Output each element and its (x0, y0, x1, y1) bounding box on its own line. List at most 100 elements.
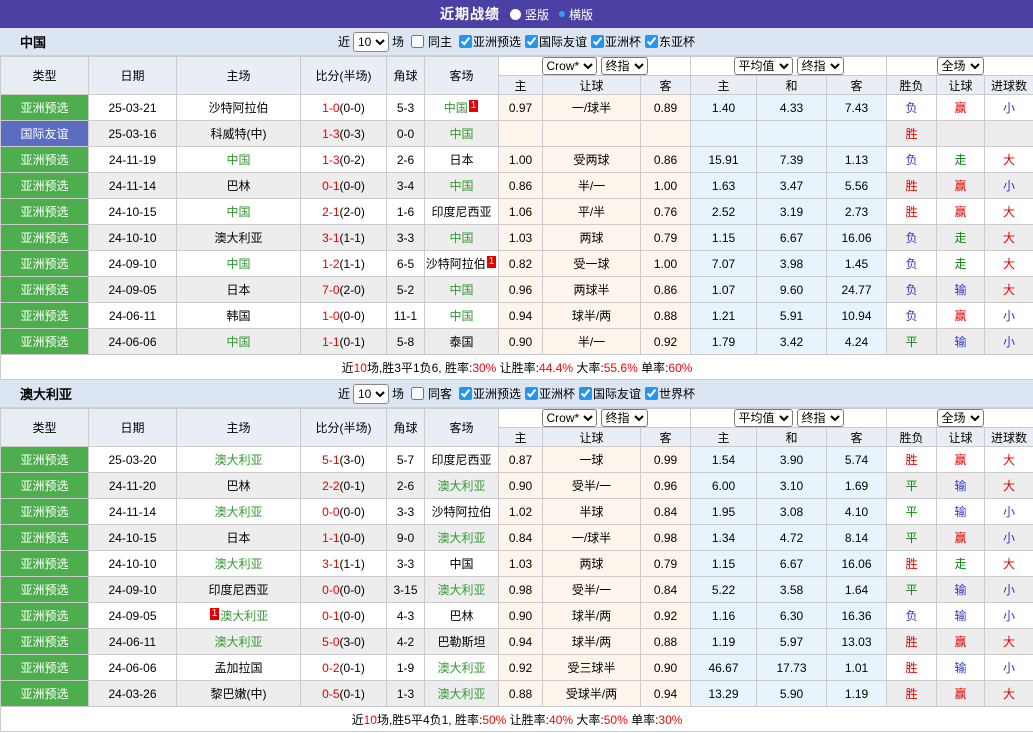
column-header: 比分(半场) (300, 408, 387, 447)
cell-date: 24-06-11 (88, 302, 177, 329)
cell-home-odds: 1.03 (498, 224, 543, 251)
average-select[interactable]: 平均值 (733, 57, 793, 75)
cell-handicap-result: 输 (936, 576, 986, 603)
full-time-score: 1-2 (322, 256, 340, 271)
rank-badge: 1 (486, 256, 497, 268)
full-time-score: 0-1 (322, 178, 340, 193)
radio-vertical-layout[interactable]: 竖版 (509, 6, 549, 23)
cell-home-odds: 1.06 (498, 198, 543, 225)
cell-home-odds: 0.92 (498, 654, 543, 681)
competition-checkbox[interactable] (645, 387, 659, 400)
cell-avg-draw: 3.19 (756, 198, 827, 225)
cell-goals-result: 大 (984, 472, 1033, 499)
cell-goals-result: 小 (984, 328, 1033, 355)
competition-filters: 亚洲预选 国际友谊 亚洲杯 东亚杯 (455, 33, 695, 50)
sub-column-header: 主 (690, 75, 757, 95)
column-header: 主场 (176, 408, 301, 447)
cell-home-team: 澳大利亚 (176, 446, 301, 473)
half-time-score: (2-0) (339, 282, 365, 297)
cell-result: 负 (886, 94, 938, 121)
home-team-name: 日本 (226, 283, 251, 297)
half-time-score: (0-0) (339, 308, 365, 323)
match-row: 亚洲预选 24-06-11 韩国 1-0(0-0) 11-1 中国 0.94 球半/两 0.88… (0, 302, 1033, 329)
cell-handicap: 半球 (542, 498, 641, 525)
bookmaker-select[interactable]: Crow* (541, 57, 597, 75)
odds-stage-select[interactable]: 终指 (600, 409, 648, 427)
cell-handicap-result: 走 (936, 146, 986, 173)
cell-away-team: 印度尼西亚 (424, 198, 499, 225)
cell-avg-draw: 4.33 (756, 94, 827, 121)
cell-goals-result: 小 (984, 602, 1033, 629)
full-time-score: 0-2 (322, 660, 340, 675)
scope-select[interactable]: 全场 (936, 57, 984, 75)
away-team-name: 日本 (449, 153, 474, 167)
cell-score: 1-3(0-3) (300, 120, 387, 147)
cell-date: 24-09-05 (88, 602, 177, 629)
competition-label: 亚洲杯 (605, 35, 642, 49)
column-header: 角球 (386, 408, 425, 447)
cell-home-odds: 0.90 (498, 472, 543, 499)
avg-stage-select[interactable]: 终指 (796, 409, 844, 427)
cell-away-team: 中国 (424, 120, 499, 147)
page-header: 近期战绩 竖版 横版 (0, 0, 1033, 28)
competition-checkbox[interactable] (525, 35, 538, 48)
sub-column-header: 主 (690, 427, 757, 447)
filter-controls: 近 10 场 同主 亚洲预选 国际友谊 亚洲杯 东亚杯 (338, 31, 695, 52)
sub-column-header: 客 (640, 427, 691, 447)
cell-result: 平 (886, 576, 938, 603)
competition-checkbox[interactable] (458, 35, 472, 48)
average-select[interactable]: 平均值 (733, 409, 793, 427)
cell-home-team: 日本 (176, 524, 301, 551)
away-team-name: 泰国 (449, 335, 474, 349)
radio-horizontal-layout[interactable]: 横版 (559, 6, 593, 23)
select-header-cell: 全场 (886, 56, 1033, 76)
team-name: 澳大利亚 (20, 387, 73, 402)
cell-handicap-result: 赢 (936, 680, 986, 707)
home-team-name: 科威特(中) (210, 127, 267, 141)
home-team-name: 澳大利亚 (214, 557, 263, 571)
competition-checkbox[interactable] (579, 387, 593, 400)
cell-score: 7-0(2-0) (300, 276, 387, 303)
sub-column-header: 让球 (542, 75, 641, 95)
same-venue-checkbox[interactable] (410, 35, 424, 48)
cell-away-odds (640, 120, 691, 147)
cell-home-odds (498, 120, 543, 147)
scope-select[interactable]: 全场 (936, 409, 984, 427)
match-count-select[interactable]: 10 (352, 31, 389, 52)
home-team-name: 日本 (226, 531, 251, 545)
match-row: 国际友谊 25-03-16 科威特(中) 1-3(0-3) 0-0 中国胜 (0, 120, 1033, 147)
cell-handicap-result: 输 (936, 602, 986, 629)
sub-column-header: 和 (756, 427, 827, 447)
half-time-score: (0-0) (339, 100, 365, 115)
cell-date: 24-10-15 (88, 198, 177, 225)
cell-avg-away: 1.13 (825, 146, 888, 173)
competition-checkbox[interactable] (591, 35, 605, 48)
cell-result: 负 (886, 146, 938, 173)
away-team-name: 中国 (449, 231, 474, 245)
half-time-score: (0-0) (339, 178, 365, 193)
cell-corners: 1-6 (386, 198, 425, 225)
cell-home-team: 澳大利亚 (176, 628, 301, 655)
cell-away-team: 沙特阿拉伯 1 (424, 250, 499, 277)
cell-score: 1-1(0-0) (300, 524, 387, 551)
cell-competition: 亚洲预选 (0, 302, 89, 329)
summary-label: 近 (341, 360, 354, 375)
full-time-score: 1-1 (322, 530, 340, 545)
cell-date: 25-03-21 (88, 94, 177, 121)
cell-avg-draw: 4.72 (756, 524, 827, 551)
odds-stage-select[interactable]: 终指 (600, 57, 648, 75)
home-team-name: 巴林 (226, 479, 251, 493)
competition-checkbox[interactable] (458, 387, 472, 400)
avg-stage-select[interactable]: 终指 (796, 57, 844, 75)
competition-checkbox[interactable] (525, 387, 538, 400)
same-venue-label: 同客 (427, 387, 452, 401)
home-team-name: 澳大利亚 (214, 635, 263, 649)
cell-date: 24-11-14 (88, 172, 177, 199)
cell-avg-home: 1.15 (690, 224, 757, 251)
bookmaker-select[interactable]: Crow* (541, 409, 597, 427)
competition-checkbox[interactable] (645, 35, 659, 48)
away-team-name: 中国 (449, 557, 474, 571)
column-header: 类型 (0, 56, 89, 95)
same-venue-checkbox[interactable] (410, 387, 424, 400)
match-count-select[interactable]: 10 (352, 383, 389, 404)
